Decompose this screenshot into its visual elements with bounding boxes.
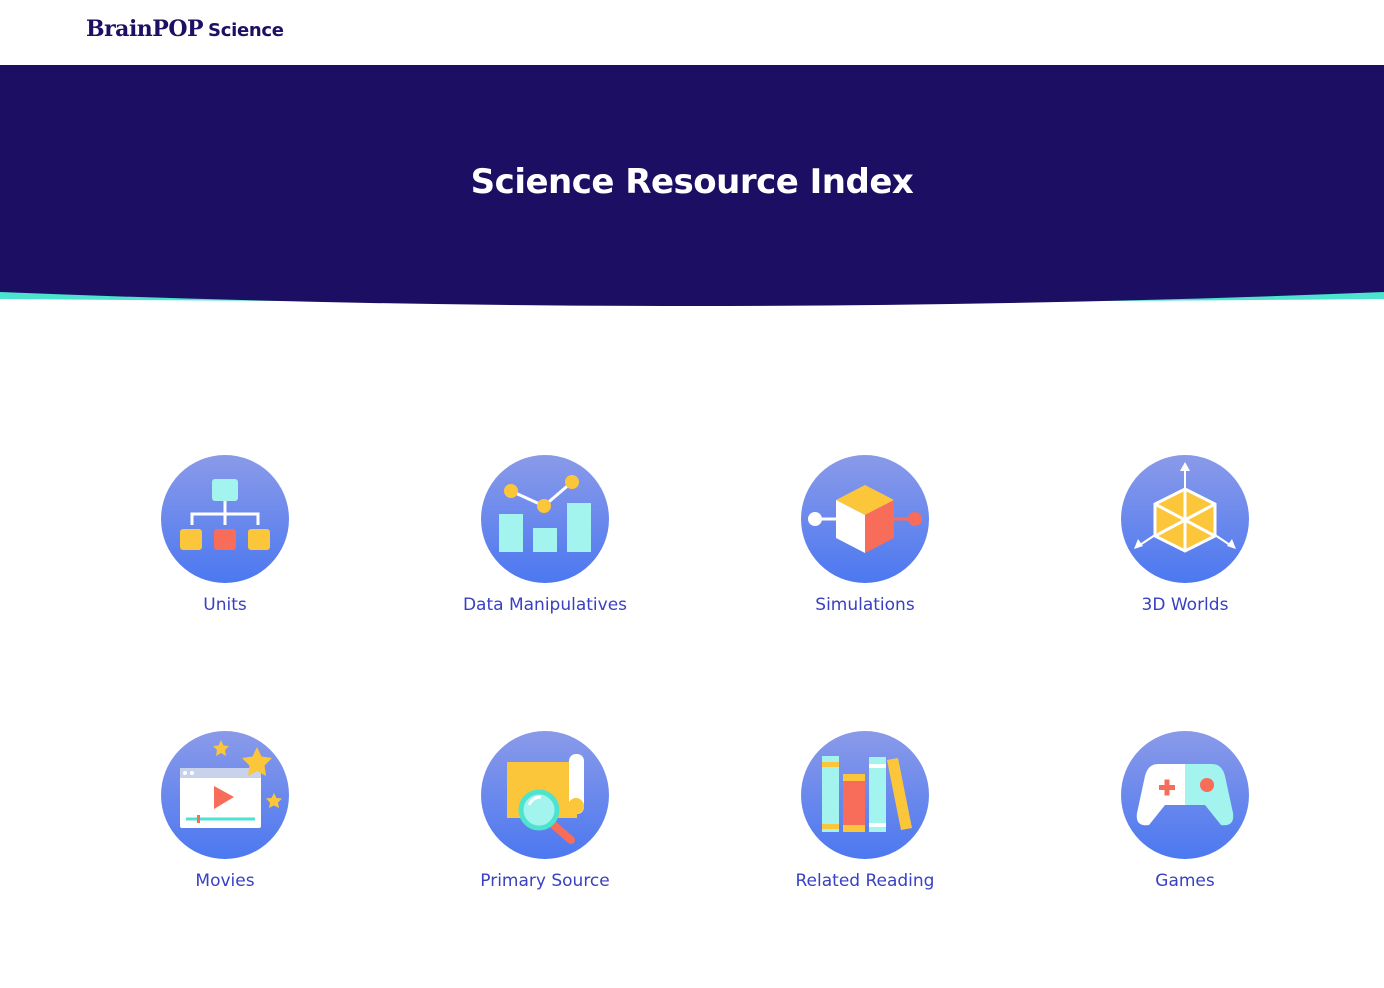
resource-label: Movies	[195, 871, 255, 891]
data-manipulatives-icon	[481, 455, 609, 583]
resource-label: Units	[203, 595, 247, 615]
related-reading-icon	[801, 731, 929, 859]
resource-tile-simulations[interactable]: Simulations	[745, 455, 985, 625]
resource-label: Simulations	[815, 595, 915, 615]
resource-label: Games	[1155, 871, 1215, 891]
resource-grid: Units Data Manipulatives Simulations 3D …	[0, 0, 1384, 988]
resource-tile-3d-worlds[interactable]: 3D Worlds	[1065, 455, 1305, 625]
primary-source-icon	[481, 731, 609, 859]
units-icon	[161, 455, 289, 583]
games-icon	[1121, 731, 1249, 859]
resource-label: Data Manipulatives	[462, 595, 628, 615]
resource-tile-games[interactable]: Games	[1065, 731, 1305, 901]
simulations-icon	[801, 455, 929, 583]
resource-tile-related-reading[interactable]: Related Reading	[745, 731, 985, 901]
resource-label: Primary Source	[480, 871, 610, 891]
resource-label: Related Reading	[795, 871, 935, 891]
resource-tile-movies[interactable]: Movies	[105, 731, 345, 901]
resource-tile-units[interactable]: Units	[105, 455, 345, 625]
movies-icon	[161, 731, 289, 859]
3d-worlds-icon	[1121, 455, 1249, 583]
resource-label: 3D Worlds	[1141, 595, 1229, 615]
resource-tile-data-manipulatives[interactable]: Data Manipulatives	[425, 455, 665, 625]
resource-tile-primary-source[interactable]: Primary Source	[425, 731, 665, 901]
